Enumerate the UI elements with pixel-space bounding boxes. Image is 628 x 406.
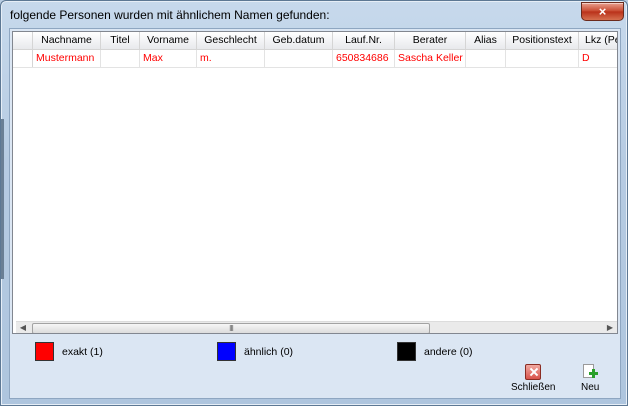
scrollbar-thumb[interactable]: III (32, 323, 430, 333)
results-grid[interactable]: Nachname Titel Vorname Geschlecht Geb.da… (12, 31, 618, 334)
row-header-cell[interactable] (13, 50, 33, 67)
cell-lkz[interactable]: D (579, 50, 617, 67)
column-header-titel[interactable]: Titel (101, 32, 140, 50)
legend-aehnlich: ähnlich (0) (217, 342, 293, 361)
close-button[interactable]: Schließen (511, 364, 555, 393)
new-document-plus-icon (582, 364, 599, 380)
dialog-window: folgende Personen wurden mit ähnlichem N… (0, 0, 628, 406)
legend-label-andere: andere (0) (424, 345, 473, 358)
column-header-gebdatum[interactable]: Geb.datum (265, 32, 333, 50)
cell-berater[interactable]: Sascha Keller (395, 50, 466, 67)
cell-geschlecht[interactable]: m. (197, 50, 265, 67)
cell-vorname[interactable]: Max (140, 50, 197, 67)
close-button-label: Schließen (511, 382, 556, 393)
new-button-label: Neu (581, 382, 600, 393)
close-x-icon (525, 364, 542, 380)
legend-andere: andere (0) (397, 342, 472, 361)
legend-swatch-exakt (35, 342, 54, 361)
column-header-geschlecht[interactable]: Geschlecht (197, 32, 265, 50)
cell-nachname[interactable]: Mustermann (33, 50, 101, 67)
column-header-lkz[interactable]: Lkz (Pe (579, 32, 617, 50)
column-header-vorname[interactable]: Vorname (140, 32, 197, 50)
cell-titel[interactable] (101, 50, 140, 67)
window-left-edge (1, 119, 4, 279)
dialog-client-area: Nachname Titel Vorname Geschlecht Geb.da… (9, 28, 621, 399)
horizontal-scrollbar[interactable]: ◀ III ▶ (16, 321, 617, 333)
cell-alias[interactable] (466, 50, 506, 67)
new-button[interactable]: Neu (581, 364, 599, 393)
cell-positionstext[interactable] (506, 50, 579, 67)
window-close-button[interactable]: × (581, 2, 624, 21)
legend-swatch-andere (397, 342, 416, 361)
legend-exakt: exakt (1) (35, 342, 103, 361)
grid-corner-cell[interactable] (13, 32, 33, 50)
column-header-positionstext[interactable]: Positionstext (506, 32, 579, 50)
column-header-berater[interactable]: Berater (395, 32, 466, 50)
column-header-nachname[interactable]: Nachname (33, 32, 101, 50)
table-row[interactable]: Mustermann Max m. 650834686 Sascha Kelle… (13, 50, 617, 68)
cell-gebdatum[interactable] (265, 50, 333, 67)
window-title: folgende Personen wurden mit ähnlichem N… (10, 8, 330, 22)
legend-label-exakt: exakt (1) (62, 345, 103, 358)
close-icon: × (598, 4, 607, 19)
cell-laufnr[interactable]: 650834686 (333, 50, 395, 67)
legend-label-aehnlich: ähnlich (0) (244, 345, 294, 358)
legend-swatch-aehnlich (217, 342, 236, 361)
scroll-right-arrow-icon[interactable]: ▶ (603, 322, 617, 333)
grid-header: Nachname Titel Vorname Geschlecht Geb.da… (13, 32, 617, 50)
scroll-left-arrow-icon[interactable]: ◀ (16, 322, 30, 333)
column-header-laufnr[interactable]: Lauf.Nr. (333, 32, 395, 50)
column-header-alias[interactable]: Alias (466, 32, 506, 50)
